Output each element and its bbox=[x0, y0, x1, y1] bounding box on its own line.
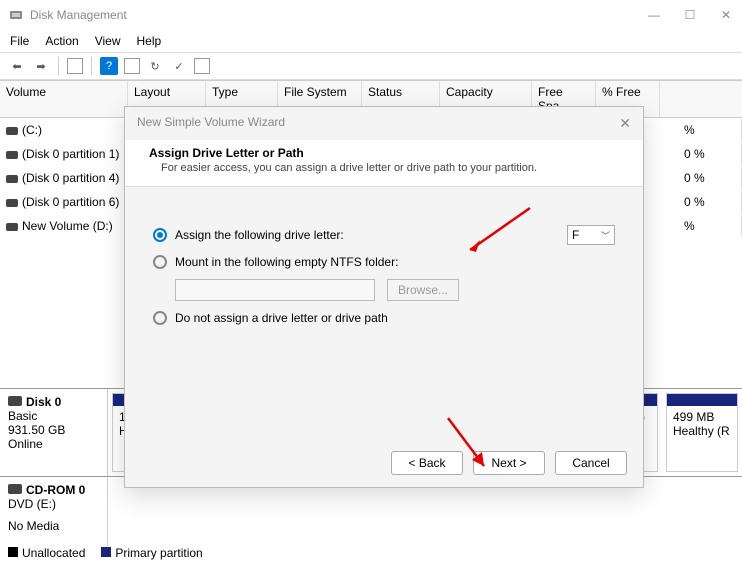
option-mount-folder[interactable]: Mount in the following empty NTFS folder… bbox=[153, 255, 615, 269]
cdrom-icon bbox=[8, 484, 22, 494]
list-icon[interactable] bbox=[124, 58, 140, 74]
option-assign-letter[interactable]: Assign the following drive letter: F ﹀ bbox=[153, 225, 615, 245]
disk-icon bbox=[6, 223, 18, 231]
menu-view[interactable]: View bbox=[95, 34, 121, 48]
disk-icon bbox=[6, 175, 18, 183]
separator bbox=[58, 57, 59, 75]
cdrom-label[interactable]: CD-ROM 0 DVD (E:) No Media bbox=[0, 477, 108, 546]
forward-icon[interactable]: ➡ bbox=[32, 57, 50, 75]
disk-icon bbox=[6, 199, 18, 207]
disk-icon bbox=[8, 396, 22, 406]
disk0-label[interactable]: Disk 0 Basic 931.50 GB Online bbox=[0, 389, 108, 476]
menubar: File Action View Help bbox=[0, 30, 742, 52]
browse-button[interactable]: Browse... bbox=[387, 279, 459, 301]
dialog-heading: Assign Drive Letter or Path bbox=[149, 146, 304, 160]
close-icon[interactable]: ✕ bbox=[619, 115, 631, 132]
help-icon[interactable]: ? bbox=[100, 57, 118, 75]
check-icon[interactable]: ✓ bbox=[170, 57, 188, 75]
cancel-button[interactable]: Cancel bbox=[555, 451, 627, 475]
separator bbox=[91, 57, 92, 75]
dialog-subheading: For easier access, you can assign a driv… bbox=[149, 162, 619, 174]
window-title: Disk Management bbox=[30, 8, 646, 22]
next-button[interactable]: Next > bbox=[473, 451, 545, 475]
dialog-body: Assign the following drive letter: F ﹀ M… bbox=[125, 187, 643, 363]
dialog-titlebar: New Simple Volume Wizard ✕ bbox=[125, 107, 643, 140]
ntfs-folder-input[interactable] bbox=[175, 279, 375, 301]
menu-file[interactable]: File bbox=[10, 34, 29, 48]
option-no-assign[interactable]: Do not assign a drive letter or drive pa… bbox=[153, 311, 615, 325]
disk-icon bbox=[6, 151, 18, 159]
radio-icon[interactable] bbox=[153, 228, 167, 242]
dialog-title: New Simple Volume Wizard bbox=[137, 115, 619, 132]
back-icon[interactable]: ⬅ bbox=[8, 57, 26, 75]
back-button[interactable]: < Back bbox=[391, 451, 463, 475]
drive-letter-select[interactable]: F ﹀ bbox=[567, 225, 615, 245]
titlebar: Disk Management — ☐ ✕ bbox=[0, 0, 742, 30]
menu-help[interactable]: Help bbox=[137, 34, 162, 48]
close-button[interactable]: ✕ bbox=[718, 8, 734, 22]
minimize-button[interactable]: — bbox=[646, 8, 662, 22]
swatch-primary bbox=[101, 547, 111, 557]
col-volume[interactable]: Volume bbox=[0, 81, 128, 117]
dialog-header: Assign Drive Letter or Path For easier a… bbox=[125, 140, 643, 187]
window-controls: — ☐ ✕ bbox=[646, 8, 734, 22]
maximize-button[interactable]: ☐ bbox=[682, 8, 698, 22]
legend: Unallocated Primary partition bbox=[8, 546, 203, 560]
partition[interactable]: 499 MBHealthy (R bbox=[666, 393, 738, 472]
radio-icon[interactable] bbox=[153, 311, 167, 325]
toolbar: ⬅ ➡ ? ↻ ✓ bbox=[0, 52, 742, 80]
panel-icon[interactable] bbox=[67, 58, 83, 74]
radio-icon[interactable] bbox=[153, 255, 167, 269]
wizard-dialog: New Simple Volume Wizard ✕ Assign Drive … bbox=[124, 106, 644, 488]
refresh-icon[interactable]: ↻ bbox=[146, 57, 164, 75]
props-icon[interactable] bbox=[194, 58, 210, 74]
chevron-down-icon: ﹀ bbox=[601, 229, 610, 242]
dialog-footer: < Back Next > Cancel bbox=[391, 451, 627, 475]
menu-action[interactable]: Action bbox=[45, 34, 78, 48]
swatch-unallocated bbox=[8, 547, 18, 557]
disk-icon bbox=[6, 127, 18, 135]
app-icon bbox=[8, 7, 24, 23]
